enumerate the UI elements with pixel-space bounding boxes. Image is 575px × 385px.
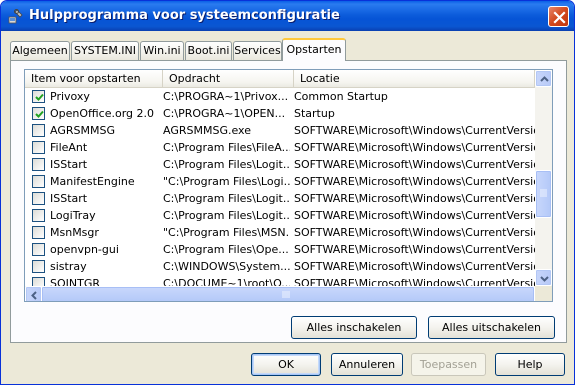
grip-icon (282, 291, 290, 298)
item-name: FileAnt (50, 141, 88, 154)
column-header-command[interactable]: Opdracht (163, 70, 294, 88)
startup-checkbox[interactable] (32, 158, 45, 171)
checkmark-icon (35, 110, 44, 118)
checkmark-icon (35, 93, 44, 101)
disable-all-button[interactable]: Alles uitschakelen (428, 316, 555, 339)
item-command: C:\Program Files\Ope... (163, 243, 289, 256)
chevron-left-icon (31, 291, 37, 300)
window-title: Hulpprogramma voor systeemconfiguratie (29, 8, 340, 23)
tab-win-ini[interactable]: Win.ini (140, 41, 184, 60)
startup-checkbox[interactable] (32, 243, 45, 256)
list-item[interactable]: ISStart C:\Program Files\Logit... SOFTWA… (25, 156, 535, 173)
system-config-window: Hulpprogramma voor systeemconfiguratie A… (0, 0, 575, 385)
item-location: SOFTWARE\Microsoft\Windows\CurrentVersio… (294, 141, 535, 154)
vertical-scroll-thumb[interactable] (535, 170, 552, 218)
horizontal-scrollbar[interactable] (25, 286, 535, 301)
startup-items-list[interactable]: Item voor opstarten Opdracht Locatie Pri… (24, 69, 553, 302)
item-location: SOFTWARE\Microsoft\Windows\CurrentVersio… (294, 158, 535, 171)
scroll-left-button[interactable] (25, 286, 42, 301)
apply-button[interactable]: Toepassen (411, 353, 486, 376)
item-location: SOFTWARE\Microsoft\Windows\CurrentVersio… (294, 175, 535, 188)
horizontal-scroll-thumb[interactable] (41, 286, 535, 301)
list-rows: Privoxy C:\PROGRA~1\Privox... Common Sta… (25, 88, 535, 290)
startup-checkbox[interactable] (32, 175, 45, 188)
item-command: C:\WINDOWS\System... (163, 260, 290, 273)
enable-all-button[interactable]: Alles inschakelen (291, 316, 417, 339)
list-item[interactable]: OpenOffice.org 2.0 C:\PROGRA~1\OPEN... S… (25, 105, 535, 122)
item-location: SOFTWARE\Microsoft\Windows\CurrentVersio… (294, 260, 535, 273)
item-command: C:\Program Files\Logit... (163, 158, 290, 171)
vertical-scrollbar[interactable] (535, 70, 552, 286)
cancel-button[interactable]: Annuleren (331, 353, 403, 376)
title-bar[interactable]: Hulpprogramma voor systeemconfiguratie (1, 1, 574, 31)
item-command: AGRSMMSG.exe (163, 124, 251, 137)
scrollbar-corner (535, 286, 552, 301)
item-name: OpenOffice.org 2.0 (50, 107, 155, 120)
item-name: sistray (50, 260, 87, 273)
item-location: Common Startup (294, 90, 388, 103)
column-header-location[interactable]: Locatie (294, 70, 535, 88)
list-item[interactable]: openvpn-gui C:\Program Files\Ope... SOFT… (25, 241, 535, 258)
tab-system-ini[interactable]: SYSTEM.INI (71, 41, 139, 60)
item-location: SOFTWARE\Microsoft\Windows\CurrentVersio… (294, 192, 535, 205)
item-command: "C:\Program Files\MSN... (163, 226, 290, 239)
list-item[interactable]: AGRSMMSG AGRSMMSG.exe SOFTWARE\Microsoft… (25, 122, 535, 139)
list-item[interactable]: ISStart C:\Program Files\Logit... SOFTWA… (25, 190, 535, 207)
item-name: Privoxy (50, 90, 90, 103)
item-command: C:\Program Files\FileA... (163, 141, 290, 154)
list-item[interactable]: ManifestEngine "C:\Program Files\Logi...… (25, 173, 535, 190)
chevron-up-icon (540, 76, 549, 82)
help-button[interactable]: Help (495, 353, 565, 376)
msconfig-app-icon (8, 8, 24, 24)
item-command: C:\Program Files\Logit... (163, 209, 290, 222)
close-icon (553, 11, 566, 24)
item-location: SOFTWARE\Microsoft\Windows\CurrentVersio… (294, 209, 535, 222)
close-button[interactable] (548, 6, 569, 27)
startup-checkbox[interactable] (32, 90, 45, 103)
item-command: C:\PROGRA~1\OPEN... (163, 107, 286, 120)
list-item[interactable]: Privoxy C:\PROGRA~1\Privox... Common Sta… (25, 88, 535, 105)
item-location: SOFTWARE\Microsoft\Windows\CurrentVersio… (294, 124, 535, 137)
chevron-down-icon (540, 276, 549, 282)
item-location: Startup (294, 107, 335, 120)
item-name: openvpn-gui (50, 243, 119, 256)
item-command: C:\Program Files\Logit... (163, 192, 290, 205)
startup-checkbox[interactable] (32, 107, 45, 120)
tab-algemeen[interactable]: Algemeen (10, 41, 70, 60)
scroll-down-button[interactable] (535, 269, 552, 286)
tab-boot-ini[interactable]: Boot.ini (185, 41, 232, 60)
column-header-item[interactable]: Item voor opstarten (25, 70, 163, 88)
item-name: ISStart (50, 192, 88, 205)
item-name: AGRSMMSG (50, 124, 115, 137)
list-header: Item voor opstarten Opdracht Locatie (25, 70, 535, 88)
startup-tab-panel: Item voor opstarten Opdracht Locatie Pri… (10, 60, 567, 343)
item-command: C:\PROGRA~1\Privox... (163, 90, 289, 103)
list-item[interactable]: sistray C:\WINDOWS\System... SOFTWARE\Mi… (25, 258, 535, 275)
startup-checkbox[interactable] (32, 226, 45, 239)
scroll-up-button[interactable] (535, 70, 552, 87)
list-item[interactable]: MsnMsgr "C:\Program Files\MSN... SOFTWAR… (25, 224, 535, 241)
item-command: "C:\Program Files\Logi... (163, 175, 290, 188)
item-name: MsnMsgr (50, 226, 99, 239)
startup-checkbox[interactable] (32, 209, 45, 222)
grip-icon (540, 189, 547, 197)
item-name: ManifestEngine (50, 175, 135, 188)
startup-checkbox[interactable] (32, 141, 45, 154)
list-item[interactable]: FileAnt C:\Program Files\FileA... SOFTWA… (25, 139, 535, 156)
startup-checkbox[interactable] (32, 192, 45, 205)
item-name: LogiTray (50, 209, 96, 222)
list-item[interactable]: LogiTray C:\Program Files\Logit... SOFTW… (25, 207, 535, 224)
tab-opstarten[interactable]: Opstarten (282, 38, 346, 61)
tab-services[interactable]: Services (233, 41, 282, 60)
ok-button[interactable]: OK (251, 353, 321, 376)
item-name: ISStart (50, 158, 88, 171)
startup-checkbox[interactable] (32, 260, 45, 273)
item-location: SOFTWARE\Microsoft\Windows\CurrentVersio… (294, 243, 535, 256)
startup-checkbox[interactable] (32, 124, 45, 137)
item-location: SOFTWARE\Microsoft\Windows\CurrentVersio… (294, 226, 535, 239)
